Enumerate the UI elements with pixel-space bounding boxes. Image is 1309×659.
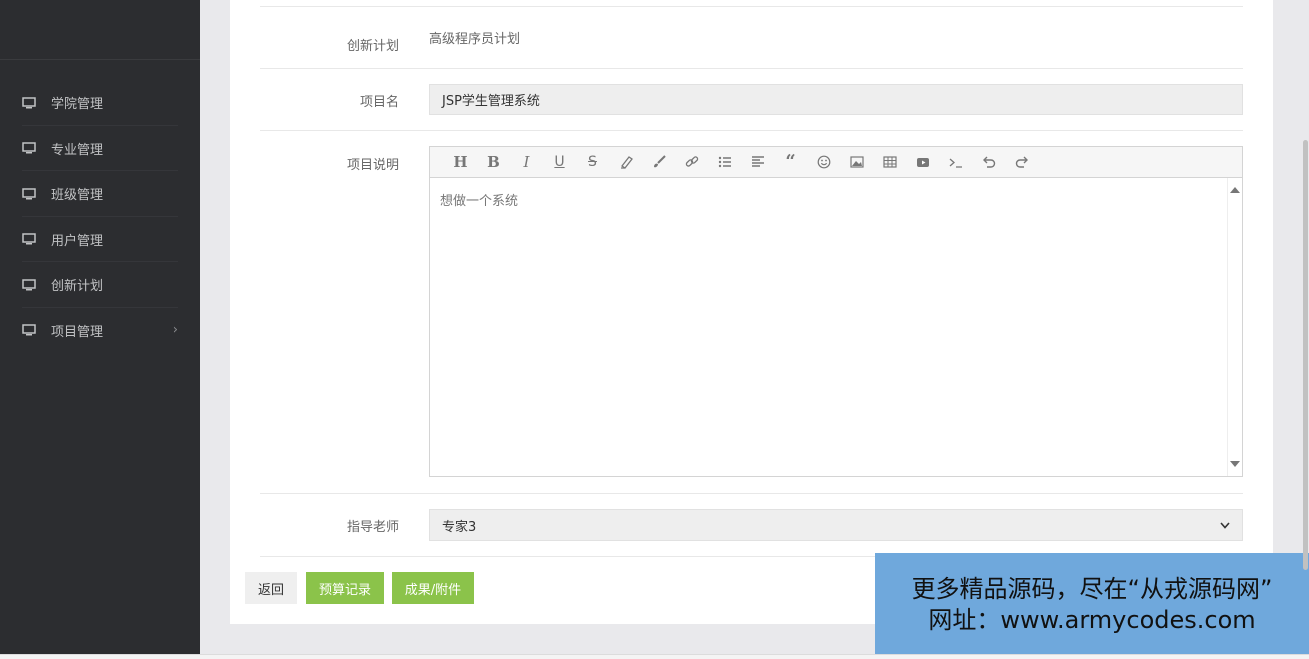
brush-icon[interactable] — [642, 147, 675, 178]
monitor-icon — [22, 279, 36, 291]
chevron-right-icon: › — [172, 322, 178, 338]
sidebar-item-label: 用户管理 — [51, 233, 104, 249]
sidebar-item-college[interactable]: 学院管理 — [0, 80, 200, 126]
page-scrollbar-thumb[interactable] — [1303, 140, 1308, 570]
scroll-up-arrow-icon[interactable] — [1230, 187, 1240, 193]
budget-record-button[interactable]: 预算记录 — [306, 572, 384, 604]
eraser-icon[interactable] — [609, 147, 642, 178]
chevron-down-icon — [1220, 521, 1230, 529]
watermark-line1: 更多精品源码，尽在“从戎源码网” — [911, 575, 1273, 603]
teacher-label: 指导老师 — [346, 520, 399, 535]
bold-icon[interactable]: B — [477, 147, 510, 178]
italic-icon[interactable]: I — [510, 147, 543, 178]
sidebar: 学院管理 专业管理 班级管理 用户管理 创新计划 项目管理 › — [0, 0, 200, 654]
editor-toolbar: H B I U S “ — [430, 147, 1242, 178]
sidebar-nav: 学院管理 专业管理 班级管理 用户管理 创新计划 项目管理 › — [0, 60, 200, 353]
undo-icon[interactable] — [972, 147, 1005, 178]
sidebar-item-project[interactable]: 项目管理 › — [0, 308, 200, 354]
form-row-teacher: 指导老师 专家3 — [260, 494, 1243, 557]
sidebar-item-label: 班级管理 — [51, 188, 104, 204]
redo-icon[interactable] — [1005, 147, 1038, 178]
code-icon[interactable] — [939, 147, 972, 178]
video-icon[interactable] — [906, 147, 939, 178]
form-row-name: 项目名 JSP学生管理系统 — [260, 69, 1243, 131]
bottom-edge — [0, 654, 1309, 659]
sidebar-item-label: 创新计划 — [51, 279, 104, 295]
form-row-top — [260, 0, 1243, 7]
editor-scrollbar[interactable] — [1227, 178, 1242, 476]
monitor-icon — [22, 233, 36, 245]
results-attachments-button[interactable]: 成果/附件 — [392, 572, 474, 604]
sidebar-item-user[interactable]: 用户管理 — [0, 217, 200, 263]
quote-icon[interactable]: “ — [774, 147, 807, 178]
name-label: 项目名 — [359, 95, 399, 110]
sidebar-item-label: 项目管理 — [51, 324, 104, 340]
strikethrough-icon[interactable]: S — [576, 147, 609, 178]
sidebar-item-class[interactable]: 班级管理 — [0, 171, 200, 217]
plan-label: 创新计划 — [346, 39, 399, 54]
description-text: 想做一个系统 — [440, 194, 519, 209]
watermark-line2: 网址：www.armycodes.com — [928, 606, 1256, 634]
monitor-icon — [22, 142, 36, 154]
monitor-icon — [22, 324, 36, 336]
sidebar-item-label: 学院管理 — [51, 97, 104, 113]
form-row-desc: 项目说明 H B I U S “ 想做一个系统 — [260, 131, 1243, 494]
scroll-down-arrow-icon[interactable] — [1230, 461, 1240, 467]
form-card: 创新计划 高级程序员计划 项目名 JSP学生管理系统 项目说明 H B I U … — [230, 0, 1273, 624]
page-scrollbar[interactable] — [1301, 0, 1309, 659]
table-icon[interactable] — [873, 147, 906, 178]
sidebar-item-innovation-plan[interactable]: 创新计划 — [0, 262, 200, 308]
sidebar-header — [0, 0, 200, 60]
heading-icon[interactable]: H — [444, 147, 477, 178]
unordered-list-icon[interactable] — [708, 147, 741, 178]
rich-text-editor: H B I U S “ 想做一个系统 — [429, 146, 1243, 477]
align-left-icon[interactable] — [741, 147, 774, 178]
emoji-icon[interactable] — [807, 147, 840, 178]
form-row-plan: 创新计划 高级程序员计划 — [260, 7, 1243, 69]
sidebar-item-label: 专业管理 — [51, 142, 104, 158]
underline-icon[interactable]: U — [543, 147, 576, 178]
teacher-select-value: 专家3 — [442, 519, 477, 535]
plan-value: 高级程序员计划 — [429, 32, 521, 47]
description-textarea[interactable]: 想做一个系统 — [430, 178, 1242, 476]
monitor-icon — [22, 188, 36, 200]
back-button[interactable]: 返回 — [245, 572, 297, 604]
teacher-select[interactable]: 专家3 — [429, 509, 1243, 541]
watermark-banner: 更多精品源码，尽在“从戎源码网” 网址：www.armycodes.com — [875, 553, 1309, 659]
desc-label: 项目说明 — [346, 158, 399, 173]
image-icon[interactable] — [840, 147, 873, 178]
link-icon[interactable] — [675, 147, 708, 178]
sidebar-item-major[interactable]: 专业管理 — [0, 126, 200, 172]
monitor-icon — [22, 97, 36, 109]
project-name-input[interactable]: JSP学生管理系统 — [429, 84, 1243, 115]
